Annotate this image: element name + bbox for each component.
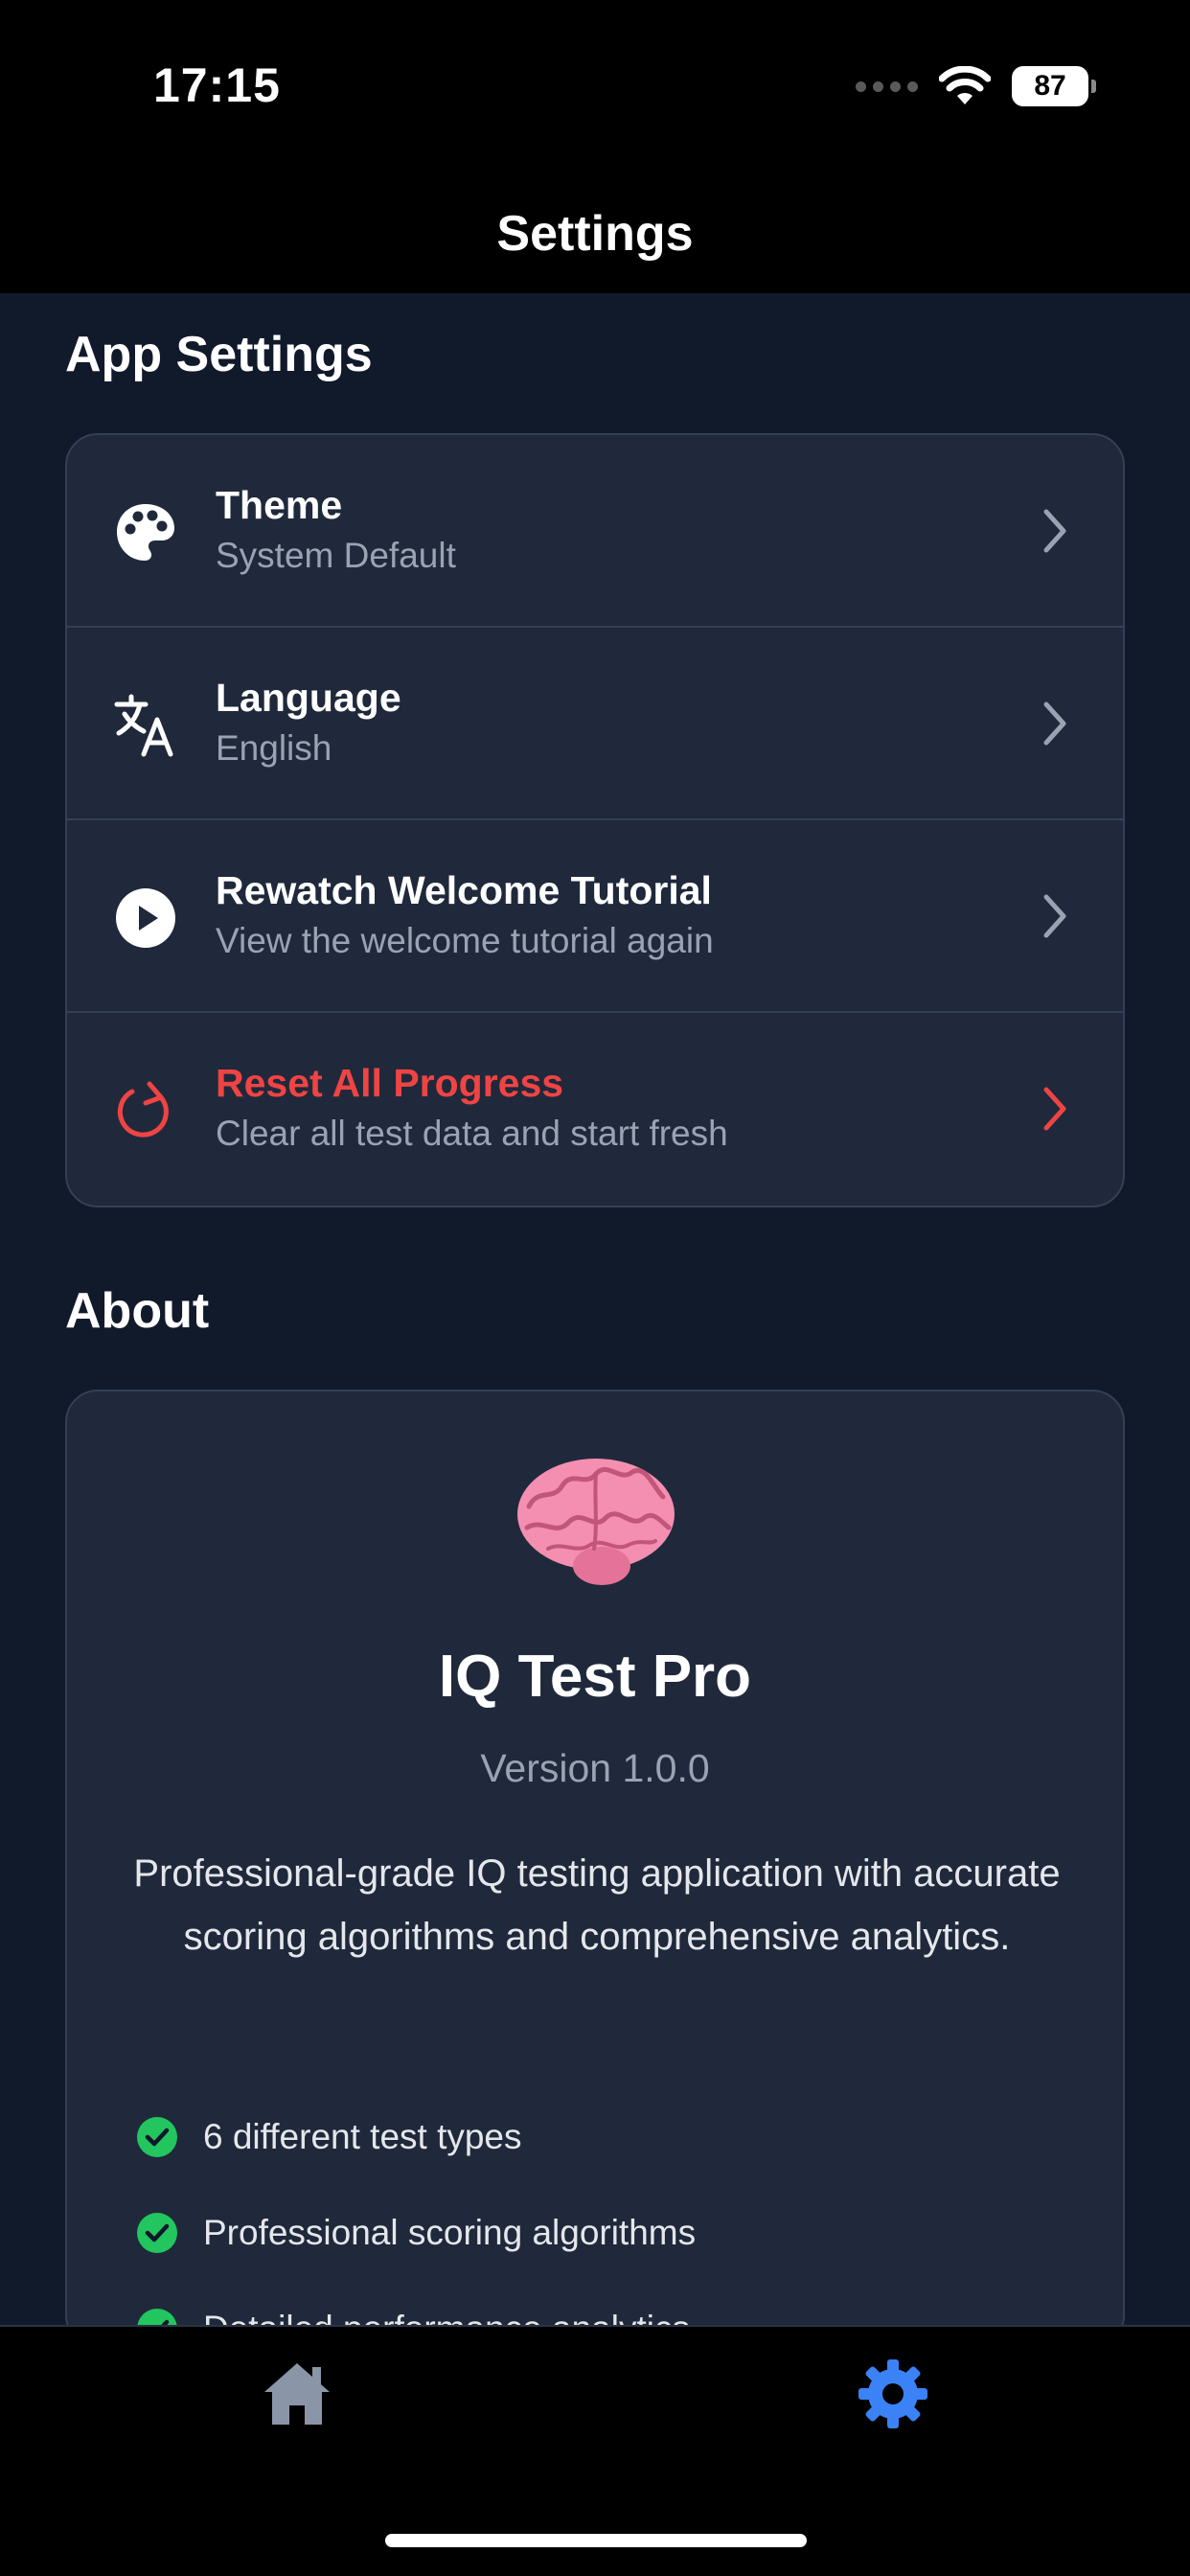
- chevron-right-icon: [1043, 894, 1066, 938]
- status-icons: 87: [856, 59, 1096, 113]
- chevron-right-icon: [1043, 1087, 1066, 1131]
- check-circle-icon: [137, 2213, 177, 2253]
- tutorial-label: Rewatch Welcome Tutorial: [216, 868, 712, 912]
- reset-icon: [117, 1081, 169, 1138]
- theme-value: System Default: [216, 536, 456, 575]
- app-settings-card: Theme System Default Language English Re: [65, 433, 1125, 1208]
- palette-icon: [117, 504, 174, 561]
- tutorial-row[interactable]: Rewatch Welcome Tutorial View the welcom…: [67, 820, 1123, 1013]
- app-version: Version 1.0.0: [480, 1746, 710, 1790]
- cellular-signal-icon: [856, 80, 918, 92]
- status-time: 17:15: [153, 58, 281, 112]
- language-label: Language: [216, 676, 401, 720]
- tutorial-description: View the welcome tutorial again: [216, 921, 714, 960]
- page-title: Settings: [496, 206, 694, 262]
- reset-progress-row[interactable]: Reset All Progress Clear all test data a…: [67, 1013, 1123, 1206]
- play-icon: [116, 888, 175, 948]
- list-item: Professional scoring algorithms: [136, 2185, 696, 2281]
- chevron-right-icon: [1043, 509, 1066, 553]
- battery-icon: 87: [1012, 66, 1096, 106]
- check-circle-icon: [137, 2117, 177, 2157]
- translate-icon: [114, 694, 173, 757]
- language-row[interactable]: Language English: [67, 628, 1123, 820]
- app-settings-heading: App Settings: [65, 327, 373, 382]
- settings-screen: 17:15 87 Settings App Settings Theme Sys…: [0, 0, 1190, 2576]
- theme-label: Theme: [216, 483, 343, 527]
- feature-text: 6 different test types: [203, 2117, 522, 2156]
- home-icon[interactable]: [261, 2358, 333, 2430]
- app-description: Professional-grade IQ testing applicatio…: [133, 1852, 1061, 1958]
- brain-icon: [517, 1459, 675, 1585]
- chevron-right-icon: [1043, 702, 1066, 746]
- settings-gear-icon[interactable]: [857, 2358, 929, 2430]
- about-heading: About: [65, 1283, 210, 1339]
- about-card: IQ Test Pro Version 1.0.0 Professional-g…: [65, 1390, 1125, 2348]
- feature-text: Professional scoring algorithms: [203, 2213, 697, 2252]
- reset-description: Clear all test data and start fresh: [216, 1114, 728, 1153]
- feature-list: 6 different test types Professional scor…: [136, 2089, 696, 2346]
- list-item: 6 different test types: [136, 2089, 696, 2185]
- home-indicator: [385, 2534, 807, 2547]
- theme-row[interactable]: Theme System Default: [67, 435, 1123, 628]
- wifi-icon: [939, 66, 991, 104]
- app-name: IQ Test Pro: [438, 1644, 752, 1710]
- top-bar: 17:15 87 Settings: [0, 0, 1190, 293]
- language-value: English: [216, 728, 332, 768]
- reset-label: Reset All Progress: [216, 1061, 564, 1105]
